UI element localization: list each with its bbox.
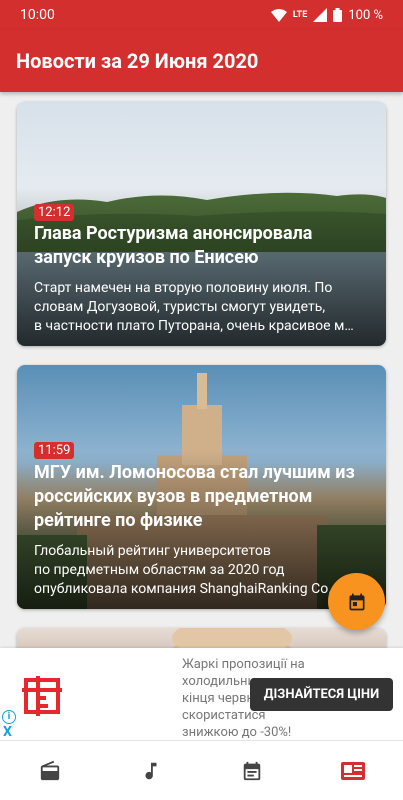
battery-icon [333, 8, 343, 22]
bottom-navigation [0, 740, 403, 800]
news-feed[interactable]: 12:12 Глава Ростуризма анонсировала запу… [0, 92, 403, 648]
article-time-badge: 12:12 [34, 204, 75, 221]
nav-item-music[interactable] [101, 741, 202, 800]
wifi-icon [270, 8, 287, 22]
battery-level: 100 % [348, 7, 383, 23]
article-image [172, 628, 292, 648]
nav-item-news[interactable] [302, 741, 403, 800]
music-note-icon [145, 762, 157, 779]
calendar-fab-button[interactable] [328, 573, 385, 630]
network-label: LTE [292, 10, 308, 20]
news-card[interactable]: 11:59 МГУ им. Ломоносова стал лучшим из … [17, 365, 386, 609]
app-bar: Новости за 29 Июня 2020 [0, 30, 403, 92]
signal-icon [313, 8, 328, 22]
newspaper-icon [340, 761, 365, 780]
ad-close-icon[interactable]: X [3, 724, 12, 740]
article-description: Глобальный рейтинг университетов по пред… [34, 543, 338, 597]
article-description: Старт намечен на вторую половину июля. П… [34, 280, 354, 334]
news-card[interactable]: 12:12 Глава Ростуризма анонсировала запу… [17, 102, 386, 346]
article-title: Глава Ростуризма анонсировала запуск кру… [34, 223, 313, 268]
article-title: МГУ им. Ломоносова стал лучшим из россий… [34, 462, 355, 531]
nav-item-radio[interactable] [0, 741, 101, 800]
ad-info-icon[interactable]: i [2, 710, 16, 724]
article-time-badge: 11:59 [34, 442, 75, 459]
nav-item-calendar[interactable] [202, 741, 303, 800]
news-card[interactable] [17, 628, 386, 648]
advertiser-logo[interactable] [22, 676, 62, 716]
calendar-icon [349, 593, 364, 610]
calendar-icon [243, 761, 261, 780]
status-time: 10:00 [20, 7, 55, 23]
radio-icon [41, 760, 60, 780]
ad-banner[interactable]: Жаркі пропозиції на холодильники до кінц… [0, 648, 403, 740]
status-bar: 10:00 LTE 100 % [0, 0, 403, 30]
page-title: Новости за 29 Июня 2020 [16, 49, 259, 73]
ad-cta-button[interactable]: ДІЗНАЙТЕСЯ ЦІНИ [250, 678, 393, 711]
